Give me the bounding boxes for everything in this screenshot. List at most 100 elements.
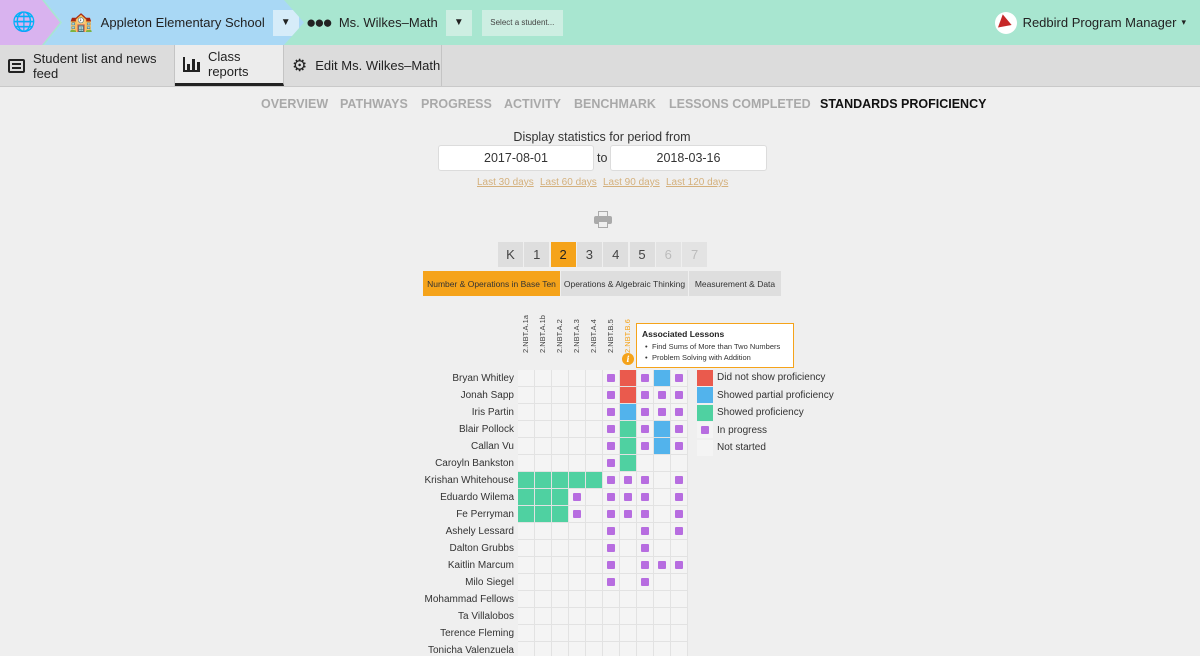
proficiency-cell-blue[interactable]: [654, 438, 671, 455]
student-name[interactable]: Kaitlin Marcum: [380, 557, 514, 574]
proficiency-cell-prog[interactable]: [637, 489, 654, 506]
proficiency-cell-prog[interactable]: [603, 387, 620, 404]
grade-button-1[interactable]: 1: [524, 242, 550, 267]
student-name[interactable]: Callan Vu: [380, 438, 514, 455]
proficiency-cell-prog[interactable]: [654, 404, 671, 421]
proficiency-cell-prog[interactable]: [603, 489, 620, 506]
grade-button-6[interactable]: 6: [655, 242, 681, 267]
proficiency-cell-prog[interactable]: [569, 489, 586, 506]
proficiency-cell-green[interactable]: [620, 438, 637, 455]
proficiency-cell-blue[interactable]: [620, 404, 637, 421]
report-tab-benchmark[interactable]: BENCHMARK: [574, 97, 656, 111]
proficiency-cell-green[interactable]: [535, 472, 552, 489]
proficiency-cell-blue[interactable]: [654, 370, 671, 387]
report-tab-pathways[interactable]: PATHWAYS: [340, 97, 408, 111]
proficiency-cell-green[interactable]: [620, 421, 637, 438]
proficiency-cell-green[interactable]: [552, 472, 569, 489]
print-icon[interactable]: [594, 211, 612, 229]
grade-button-4[interactable]: 4: [603, 242, 629, 267]
proficiency-cell-prog[interactable]: [603, 370, 620, 387]
tab-edit-class[interactable]: ⚙ Edit Ms. Wilkes–Math: [284, 45, 442, 86]
school-breadcrumb[interactable]: 🏫 Appleton Elementary School ▼: [44, 0, 304, 45]
grade-button-5[interactable]: 5: [629, 242, 655, 267]
proficiency-cell-prog[interactable]: [637, 574, 654, 591]
proficiency-cell-prog[interactable]: [620, 506, 637, 523]
student-name[interactable]: Krishan Whitehouse: [380, 472, 515, 489]
proficiency-cell-prog[interactable]: [671, 404, 688, 421]
proficiency-cell-prog[interactable]: [671, 421, 688, 438]
student-name[interactable]: Ta Villalobos: [380, 608, 514, 625]
last-60-days-link[interactable]: Last 60 days: [540, 177, 597, 188]
proficiency-cell-prog[interactable]: [603, 506, 620, 523]
grade-button-7[interactable]: 7: [682, 242, 708, 267]
proficiency-cell-prog[interactable]: [637, 404, 654, 421]
report-tab-standards-proficiency[interactable]: STANDARDS PROFICIENCY: [820, 97, 986, 111]
proficiency-cell-prog[interactable]: [637, 387, 654, 404]
proficiency-cell-prog[interactable]: [637, 472, 654, 489]
student-name[interactable]: Jonah Sapp: [380, 387, 514, 404]
end-date-field[interactable]: 2018-03-16: [610, 145, 767, 171]
last-30-days-link[interactable]: Last 30 days: [477, 177, 534, 188]
info-icon[interactable]: i: [622, 353, 634, 365]
student-name[interactable]: Fe Perryman: [380, 506, 514, 523]
student-name[interactable]: Eduardo Wilema: [380, 489, 514, 506]
student-name[interactable]: Milo Siegel: [380, 574, 514, 591]
proficiency-cell-prog[interactable]: [603, 472, 620, 489]
class-breadcrumb[interactable]: ●●● Ms. Wilkes–Math ▼ Select a student..…: [306, 0, 563, 45]
proficiency-cell-prog[interactable]: [671, 387, 688, 404]
student-name[interactable]: Bryan Whitley: [380, 370, 514, 387]
grade-button-k[interactable]: K: [498, 242, 523, 267]
proficiency-cell-prog[interactable]: [637, 438, 654, 455]
proficiency-cell-green[interactable]: [518, 506, 535, 523]
grade-button-2[interactable]: 2: [550, 242, 576, 267]
student-name[interactable]: Iris Partin: [380, 404, 514, 421]
student-name[interactable]: Mohammad Fellows: [380, 591, 514, 608]
school-dropdown-button[interactable]: ▼: [272, 9, 299, 36]
standard-column-header[interactable]: 2.NBT.B.5: [603, 318, 620, 362]
tooltip-lesson[interactable]: Problem Solving with Addition: [642, 352, 793, 363]
proficiency-cell-prog[interactable]: [603, 523, 620, 540]
proficiency-cell-prog[interactable]: [671, 523, 688, 540]
report-tab-activity[interactable]: ACTIVITY: [504, 97, 561, 111]
proficiency-cell-prog[interactable]: [603, 438, 620, 455]
proficiency-cell-prog[interactable]: [637, 506, 654, 523]
proficiency-cell-prog[interactable]: [671, 506, 688, 523]
proficiency-cell-prog[interactable]: [671, 557, 688, 574]
domain-tab-measurement-data[interactable]: Measurement & Data: [689, 271, 781, 296]
proficiency-cell-prog[interactable]: [620, 489, 637, 506]
proficiency-cell-green[interactable]: [552, 489, 569, 506]
last-90-days-link[interactable]: Last 90 days: [603, 177, 660, 188]
proficiency-cell-prog[interactable]: [603, 421, 620, 438]
proficiency-cell-red[interactable]: [620, 387, 637, 404]
report-tab-lessons-completed[interactable]: LESSONS COMPLETED: [669, 97, 811, 111]
proficiency-cell-green[interactable]: [518, 472, 535, 489]
standard-column-header[interactable]: 2.NBT.A.3: [569, 318, 586, 362]
student-name[interactable]: Dalton Grubbs: [380, 540, 514, 557]
proficiency-cell-prog[interactable]: [671, 438, 688, 455]
student-name[interactable]: Blair Pollock: [380, 421, 514, 438]
proficiency-cell-prog[interactable]: [603, 557, 620, 574]
tooltip-lesson[interactable]: Find Sums of More than Two Numbers: [642, 341, 793, 352]
domain-tab-base-ten[interactable]: Number & Operations in Base Ten: [423, 271, 560, 296]
domain-tab-algebraic-thinking[interactable]: Operations & Algebraic Thinking: [561, 271, 688, 296]
standard-column-header[interactable]: 2.NBT.A.2: [552, 318, 569, 362]
start-date-field[interactable]: 2017-08-01: [438, 145, 594, 171]
student-name[interactable]: Caroyln Bankston: [380, 455, 514, 472]
proficiency-cell-prog[interactable]: [654, 557, 671, 574]
last-120-days-link[interactable]: Last 120 days: [666, 177, 728, 188]
proficiency-cell-prog[interactable]: [637, 523, 654, 540]
tab-class-reports[interactable]: Class reports: [175, 45, 284, 86]
user-menu[interactable]: Redbird Program Manager ▾: [994, 0, 1186, 45]
proficiency-cell-prog[interactable]: [671, 472, 688, 489]
student-select[interactable]: Select a student...: [481, 9, 563, 36]
student-name[interactable]: Tonicha Valenzuela: [380, 642, 514, 656]
proficiency-cell-green[interactable]: [552, 506, 569, 523]
proficiency-cell-green[interactable]: [535, 489, 552, 506]
proficiency-cell-green[interactable]: [586, 472, 603, 489]
proficiency-cell-prog[interactable]: [671, 370, 688, 387]
class-dropdown-button[interactable]: ▼: [445, 9, 472, 36]
standard-column-header[interactable]: 2.NBT.A.1b: [535, 315, 552, 362]
tab-student-list[interactable]: Student list and news feed: [0, 45, 175, 86]
grade-button-3[interactable]: 3: [576, 242, 602, 267]
proficiency-cell-prog[interactable]: [603, 574, 620, 591]
